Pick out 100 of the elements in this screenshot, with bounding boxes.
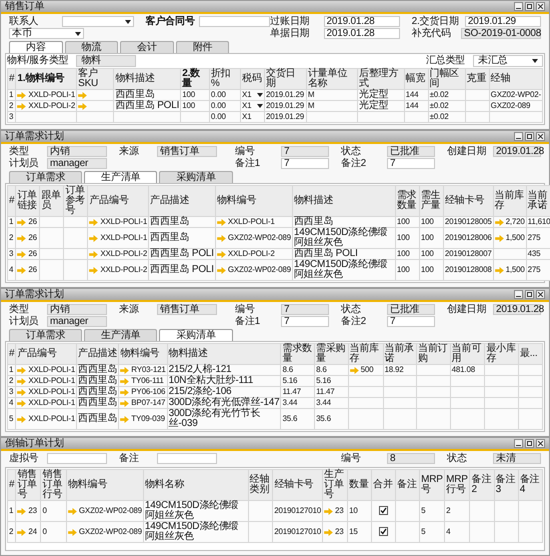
- column-header[interactable]: 生产订单号: [324, 470, 346, 500]
- minimize-button[interactable]: [514, 290, 523, 299]
- maximize-button[interactable]: [525, 290, 534, 299]
- link-arrow-icon[interactable]: [89, 218, 98, 226]
- input-field[interactable]: manager: [47, 158, 107, 169]
- link-arrow-icon[interactable]: [78, 102, 88, 110]
- link-arrow-icon[interactable]: [17, 528, 26, 536]
- link-arrow-icon[interactable]: [17, 416, 26, 422]
- input-field[interactable]: 内销: [47, 304, 107, 315]
- maximize-button[interactable]: [525, 439, 534, 448]
- column-header[interactable]: 当前承诺: [384, 344, 416, 364]
- link-arrow-icon[interactable]: [216, 266, 226, 274]
- tab[interactable]: 采购清单: [159, 171, 233, 183]
- tab[interactable]: 订单需求: [9, 171, 82, 183]
- link-arrow-icon[interactable]: [494, 234, 504, 242]
- link-arrow-icon[interactable]: [350, 366, 359, 374]
- link-arrow-icon[interactable]: [324, 528, 334, 536]
- checkbox[interactable]: [379, 506, 388, 515]
- input-field[interactable]: 7: [281, 304, 329, 315]
- column-header[interactable]: 交货日期: [266, 69, 305, 89]
- column-header[interactable]: 当前可用: [452, 344, 484, 364]
- link-arrow-icon[interactable]: [120, 400, 130, 406]
- input-field[interactable]: 内销: [47, 146, 107, 157]
- tab[interactable]: 生产清单: [84, 329, 158, 341]
- input-field[interactable]: [47, 453, 107, 464]
- link-arrow-icon[interactable]: [120, 378, 130, 384]
- input-field[interactable]: SO-2019-01-0008: [461, 28, 541, 39]
- link-arrow-icon[interactable]: [17, 378, 26, 384]
- maximize-button[interactable]: [525, 2, 534, 11]
- link-arrow-icon[interactable]: [216, 218, 226, 226]
- input-field[interactable]: 2019.01.28: [324, 28, 400, 39]
- column-header[interactable]: 2.数量: [182, 69, 208, 89]
- link-arrow-icon[interactable]: [89, 234, 98, 242]
- link-arrow-icon[interactable]: [89, 250, 98, 258]
- column-header[interactable]: 计量单位名称: [308, 69, 356, 89]
- link-arrow-icon[interactable]: [17, 102, 26, 110]
- input-field[interactable]: 8: [387, 453, 435, 464]
- column-header[interactable]: 需采购量: [316, 344, 347, 364]
- input-field[interactable]: 7: [387, 158, 435, 169]
- caret-icon[interactable]: [257, 104, 264, 108]
- link-arrow-icon[interactable]: [68, 528, 77, 536]
- link-arrow-icon[interactable]: [120, 416, 130, 422]
- link-arrow-icon[interactable]: [17, 400, 26, 406]
- tab[interactable]: 物流: [64, 41, 118, 53]
- link-arrow-icon[interactable]: [89, 266, 98, 274]
- tab[interactable]: 附件: [176, 41, 230, 53]
- link-arrow-icon[interactable]: [17, 508, 26, 514]
- link-arrow-icon[interactable]: [17, 92, 26, 98]
- link-arrow-icon[interactable]: [17, 218, 26, 226]
- input-field[interactable]: 7: [387, 316, 435, 327]
- input-field[interactable]: 销售订单: [157, 146, 217, 157]
- tab[interactable]: 会计: [120, 41, 174, 53]
- minimize-button[interactable]: [514, 439, 523, 448]
- input-field[interactable]: 2019.01.29: [464, 16, 541, 27]
- link-arrow-icon[interactable]: [120, 366, 130, 374]
- input-field[interactable]: 未清: [493, 453, 541, 464]
- column-header[interactable]: 门幅区间: [430, 69, 464, 89]
- link-arrow-icon[interactable]: [494, 266, 504, 274]
- column-header[interactable]: 销售订单号: [17, 470, 40, 500]
- input-field[interactable]: [198, 16, 270, 27]
- close-button[interactable]: [536, 439, 545, 448]
- column-header[interactable]: 后整理方式: [359, 69, 403, 89]
- input-field[interactable]: 已批准: [387, 304, 435, 315]
- input-field[interactable]: 7: [281, 158, 329, 169]
- column-header[interactable]: 最小库存: [486, 344, 517, 364]
- link-arrow-icon[interactable]: [216, 234, 226, 242]
- close-button[interactable]: [536, 132, 545, 141]
- link-arrow-icon[interactable]: [17, 266, 26, 274]
- link-arrow-icon[interactable]: [17, 234, 26, 242]
- dropdown-field[interactable]: [62, 16, 134, 27]
- column-header[interactable]: 当前订购: [418, 344, 449, 364]
- input-field[interactable]: 7: [281, 146, 329, 157]
- minimize-button[interactable]: [514, 2, 523, 11]
- column-header[interactable]: 需求数量: [282, 344, 314, 364]
- column-header[interactable]: 销售订单行号: [42, 470, 65, 500]
- column-header[interactable]: 客户SKU: [78, 69, 112, 89]
- input-field[interactable]: manager: [47, 316, 107, 327]
- link-arrow-icon[interactable]: [17, 250, 26, 258]
- column-header[interactable]: 折扣 %: [210, 69, 240, 89]
- minimize-button[interactable]: [514, 132, 523, 141]
- close-button[interactable]: [536, 2, 545, 11]
- link-arrow-icon[interactable]: [324, 508, 334, 514]
- tab[interactable]: 生产清单: [84, 171, 158, 183]
- input-field[interactable]: 已批准: [387, 146, 435, 157]
- column-header[interactable]: 订单参考号: [65, 186, 86, 216]
- tab[interactable]: 采购清单: [159, 329, 233, 341]
- link-arrow-icon[interactable]: [17, 388, 26, 396]
- link-arrow-icon[interactable]: [68, 508, 77, 514]
- close-button[interactable]: [536, 290, 545, 299]
- input-field[interactable]: 2019.01.28: [324, 16, 400, 27]
- input-field[interactable]: 销售订单: [157, 304, 217, 315]
- tab[interactable]: 订单需求: [9, 329, 82, 341]
- link-arrow-icon[interactable]: [120, 388, 130, 396]
- dropdown-field[interactable]: 本币: [9, 28, 84, 39]
- tab[interactable]: 内容: [9, 41, 63, 53]
- link-arrow-icon[interactable]: [17, 366, 26, 374]
- input-field[interactable]: [157, 453, 217, 464]
- link-arrow-icon[interactable]: [494, 218, 504, 226]
- caret-icon[interactable]: [257, 93, 264, 97]
- link-arrow-icon[interactable]: [78, 92, 88, 98]
